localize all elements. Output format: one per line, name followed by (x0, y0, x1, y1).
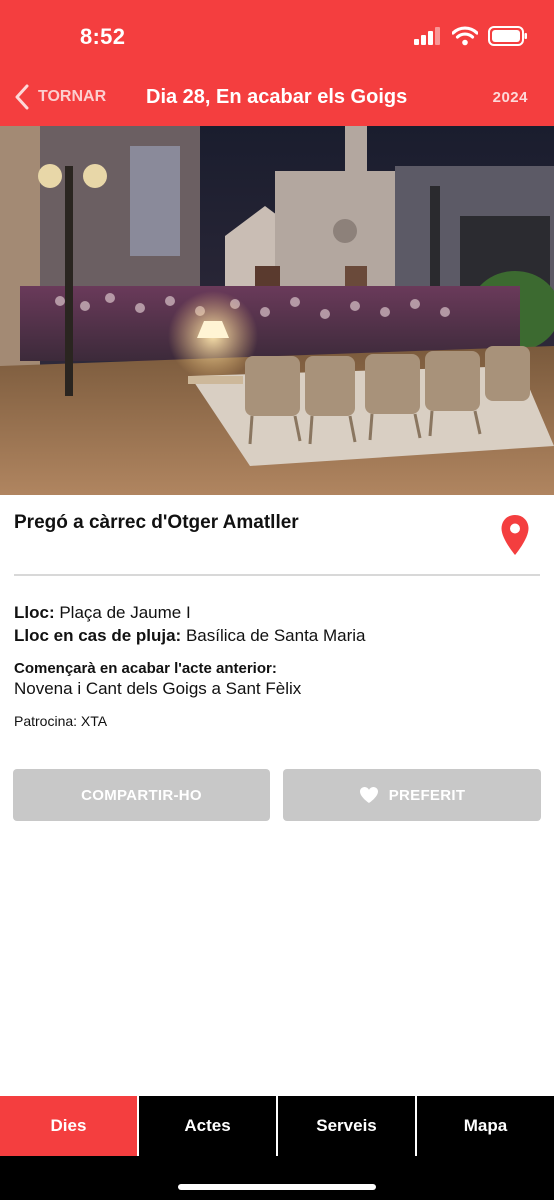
favorite-button[interactable]: PREFERIT (283, 769, 541, 821)
back-button[interactable]: TORNAR (14, 84, 106, 110)
battery-icon (488, 26, 527, 46)
status-time: 8:52 (80, 24, 126, 49)
tab-label: Dies (50, 1116, 87, 1135)
tab-label: Actes (184, 1116, 231, 1135)
location-row: Lloc: Plaça de Jaume I (14, 603, 191, 623)
tab-dies[interactable]: Dies (0, 1096, 137, 1156)
back-label: TORNAR (38, 88, 107, 105)
bottom-tab-bar: Dies Actes Serveis Mapa (0, 1096, 554, 1156)
previous-event-name: Novena i Cant dels Goigs a Sant Fèlix (14, 679, 302, 698)
rain-location-value: Basílica de Santa Maria (185, 626, 366, 645)
wifi-icon (452, 26, 478, 46)
chevron-left-icon (15, 84, 29, 110)
event-photo (0, 126, 554, 495)
start-condition-label: Començarà en acabar l'acte anterior: (14, 660, 277, 677)
home-indicator-area (0, 1156, 554, 1200)
tab-label: Serveis (316, 1116, 377, 1135)
rain-location-label: Lloc en cas de pluja: (14, 626, 182, 645)
rain-location-row: Lloc en cas de pluja: Basílica de Santa … (14, 626, 366, 646)
tab-mapa[interactable]: Mapa (415, 1096, 554, 1156)
favorite-button-label: PREFERIT (388, 786, 466, 804)
cellular-signal-icon (414, 27, 440, 45)
tab-serveis[interactable]: Serveis (276, 1096, 415, 1156)
tab-label: Mapa (463, 1116, 508, 1135)
app-header: 8:52 TORNAR Dia 28, En acabar els Goigs … (0, 0, 554, 126)
share-button-label: COMPARTIR-HO (81, 786, 202, 804)
tab-actes[interactable]: Actes (137, 1096, 276, 1156)
event-title: Pregó a càrrec d'Otger Amatller (14, 512, 299, 533)
heart-icon (359, 787, 378, 803)
year-selector[interactable]: 2024 (493, 89, 528, 106)
home-indicator[interactable] (178, 1184, 376, 1190)
page-title: Dia 28, En acabar els Goigs (146, 86, 408, 108)
share-button[interactable]: COMPARTIR-HO (13, 769, 270, 821)
location-value: Plaça de Jaume I (59, 603, 191, 622)
location-label: Lloc: (14, 603, 55, 622)
sponsor-text: Patrocina: XTA (14, 713, 108, 729)
status-icons (414, 26, 528, 46)
map-pin-icon[interactable] (500, 514, 530, 561)
divider (14, 574, 540, 576)
